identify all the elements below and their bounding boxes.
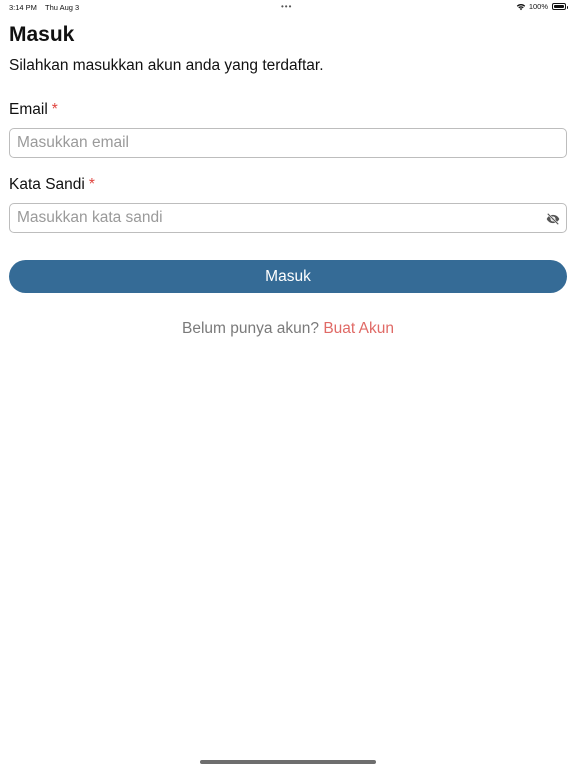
create-account-link[interactable]: Buat Akun: [323, 320, 394, 337]
register-prompt: Belum punya akun? Buat Akun: [0, 320, 576, 338]
home-indicator[interactable]: [200, 760, 376, 764]
status-right: 100%: [516, 2, 568, 11]
email-label-text: Email: [9, 101, 48, 118]
page-subtitle: Silahkan masukkan akun anda yang terdaft…: [9, 57, 324, 74]
battery-fill: [554, 5, 564, 8]
multitasking-dots[interactable]: •••: [281, 3, 292, 11]
password-label-text: Kata Sandi: [9, 176, 85, 193]
page-title: Masuk: [9, 23, 75, 46]
email-required-mark: *: [51, 101, 58, 118]
status-time: 3:14 PM: [9, 3, 37, 12]
battery-icon: [552, 3, 568, 10]
password-required-mark: *: [88, 176, 95, 193]
email-field-container: [9, 128, 567, 158]
password-visibility-toggle[interactable]: [545, 211, 560, 226]
status-bar: 3:14 PM Thu Aug 3 ••• 100%: [0, 0, 576, 14]
status-left: 3:14 PM Thu Aug 3: [9, 3, 79, 12]
register-prompt-text: Belum punya akun?: [182, 320, 320, 337]
wifi-icon: [516, 3, 526, 10]
email-label: Email *: [9, 101, 58, 119]
password-label: Kata Sandi *: [9, 176, 95, 194]
login-screen: 3:14 PM Thu Aug 3 ••• 100% Masuk Silahka…: [0, 0, 576, 768]
password-field-container: [9, 203, 567, 233]
status-date: Thu Aug 3: [45, 3, 80, 12]
login-button[interactable]: Masuk: [9, 260, 567, 293]
battery-percent: 100%: [528, 2, 548, 11]
password-field[interactable]: [10, 204, 566, 232]
eye-off-icon: [546, 212, 559, 225]
email-field[interactable]: [10, 129, 566, 157]
